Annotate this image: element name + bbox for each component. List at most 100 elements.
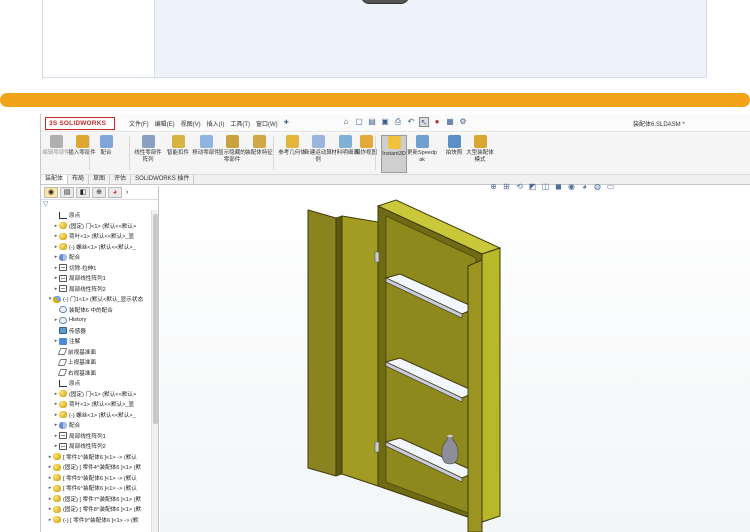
tree-row[interactable]: ▸ 配合 xyxy=(41,420,151,431)
pin-icon[interactable]: ✚ xyxy=(284,119,289,128)
select-icon[interactable]: ↖ xyxy=(419,117,429,127)
menu-insert[interactable]: 插入(I) xyxy=(207,119,225,128)
graphics-area[interactable]: ⊕ ⊞ ⟲ ◩ ◫ ◼ ◉ ◕ ◍ ▭ xyxy=(160,182,750,532)
tree-row[interactable]: ▸ (-) 螺丝<1> (默认<<默认>_ xyxy=(41,410,151,421)
tree-row[interactable]: ▸ 切除-拉伸1 xyxy=(41,263,151,274)
origin-icon xyxy=(59,211,67,219)
ribbon-button-12[interactable]: Instant3D xyxy=(381,135,407,173)
feat-icon xyxy=(59,285,67,293)
ribbon-button-13[interactable]: 更新Speedpak xyxy=(407,135,437,163)
hinge-lower xyxy=(374,441,380,453)
ribbon-button-4[interactable]: 智能扣件 xyxy=(165,135,191,157)
feat-icon xyxy=(59,264,67,272)
undo-icon[interactable]: ↶ xyxy=(406,117,416,127)
menu-tools[interactable]: 工具(T) xyxy=(230,119,250,128)
menu-view[interactable]: 视图(V) xyxy=(181,119,201,128)
tree-row[interactable]: ▸ 荷叶<1> (默认<<默认>_显 xyxy=(41,231,151,242)
tree-row[interactable]: 装配体6 中的配合 xyxy=(41,305,151,316)
tree-row[interactable]: ▸[ 零件1^装配体6 ]<1> -> (默认 xyxy=(41,452,151,463)
ribbon-button-label: 爆炸视图 xyxy=(354,150,377,156)
tree-row[interactable]: 传感器 xyxy=(41,326,151,337)
panel-next-arrow[interactable]: › xyxy=(126,189,128,196)
tree-row-label: (固定) [ 零件4^装配体6 ]<1> (默 xyxy=(63,465,142,472)
tree-row[interactable]: ▸ (-) [ 零件9^装配体6 ]<1> -> (默 xyxy=(41,515,151,526)
tree-row[interactable]: 前视基准面 xyxy=(41,347,151,358)
tree-row[interactable]: ▾ (-) 门1<1> (默认<默认_显示状态 xyxy=(41,294,151,305)
config-manager-tab-icon[interactable]: ◧ xyxy=(76,187,90,198)
tree-row[interactable]: ▸ 局部线性阵列2 xyxy=(41,284,151,295)
scroll-thumb[interactable] xyxy=(153,214,158,424)
ribbon-button-7[interactable]: 装配体特征 xyxy=(245,135,273,157)
ribbon-button-label: 装配体特征 xyxy=(245,150,273,156)
solidworks-logo: 3S SOLIDWORKS xyxy=(45,117,115,130)
tree-row[interactable]: 原点 xyxy=(41,210,151,221)
tree-row[interactable]: ▸ (固定) 门<1> (默认<<默认> xyxy=(41,221,151,232)
tree-row[interactable]: ▸ (固定) 门<1> (默认<<默认> xyxy=(41,389,151,400)
part-icon xyxy=(53,495,61,503)
tab-assembly[interactable]: 装配体 xyxy=(41,175,69,184)
tree-row-label: 荷叶<1> (默认<<默认>_显 xyxy=(69,234,135,241)
tree-row-label: 传感器 xyxy=(69,328,86,335)
ribbon-button-3[interactable]: 线性零部件阵列 xyxy=(134,135,162,163)
plane-icon xyxy=(57,348,68,356)
ribbon-button-15[interactable]: 大型装配体模式 xyxy=(466,135,494,163)
tree-row[interactable]: ▸ 局部线性阵列1 xyxy=(41,273,151,284)
tree-row-label: 局部线性阵列2 xyxy=(69,286,106,293)
edit-component-icon xyxy=(49,135,63,148)
tree-row[interactable]: 原点 xyxy=(41,378,151,389)
ribbon-button-9[interactable]: 新建运动算例 xyxy=(304,135,332,163)
file-props-icon[interactable]: ▦ xyxy=(445,117,455,127)
filter-icon[interactable]: ▽ xyxy=(41,200,158,209)
orange-divider-bar xyxy=(0,93,750,107)
tree-row-label: 前视基准面 xyxy=(68,349,96,356)
tree-row[interactable]: ▸ (-) 螺丝<1> (默认<<默认>_ xyxy=(41,242,151,253)
tree-row[interactable]: ▸[ 零件5^装配体6 ]<1> -> (默认 xyxy=(41,473,151,484)
tab-sketch[interactable]: 草图 xyxy=(89,175,111,184)
tab-layout[interactable]: 布局 xyxy=(68,175,90,184)
print-icon[interactable]: ⎙ xyxy=(393,117,403,127)
new-icon[interactable]: ▢ xyxy=(354,117,364,127)
ribbon-button-2[interactable]: 配合 xyxy=(93,135,119,157)
menu-window[interactable]: 窗口(W) xyxy=(256,119,278,128)
feat-icon xyxy=(59,442,67,450)
tree-row[interactable]: ▸ 配合 xyxy=(41,252,151,263)
dim-xpert-tab-icon[interactable]: ⊕ xyxy=(92,187,106,198)
save-icon[interactable]: ▣ xyxy=(380,117,390,127)
tab-addins[interactable]: SOLIDWORKS 插件 xyxy=(131,175,195,184)
property-manager-tab-icon[interactable]: ▤ xyxy=(60,187,74,198)
ribbon-button-8[interactable]: 参考几何体 xyxy=(278,135,306,157)
tree-row[interactable]: ▸ 局部线性阵列1 xyxy=(41,431,151,442)
tree-scrollbar[interactable] xyxy=(151,210,158,532)
traffic-light-icon[interactable]: ● xyxy=(432,117,442,127)
door-right-face xyxy=(467,259,483,532)
home-icon[interactable]: ⌂ xyxy=(341,117,351,127)
reference-geometry-icon xyxy=(285,135,299,148)
cabinet-model[interactable] xyxy=(160,186,750,532)
tree-row[interactable]: 上视基准面 xyxy=(41,357,151,368)
tree-row[interactable]: ▸ (固定) [ 零件4^装配体6 ]<1> (默 xyxy=(41,462,151,473)
tree-row[interactable]: ▸ History xyxy=(41,315,151,326)
tree-row[interactable]: ▸ (固定) [ 零件8^装配体6 ]<1> (默 xyxy=(41,504,151,515)
menu-edit[interactable]: 编辑(E) xyxy=(155,119,175,128)
tree-row[interactable]: ▸ (固定) [ 零件7^装配体6 ]<1> (默 xyxy=(41,494,151,505)
options-icon[interactable]: ⚙ xyxy=(458,117,468,127)
ribbon-button-14[interactable]: 拍快照 xyxy=(441,135,467,157)
show-hidden-icon xyxy=(225,135,239,148)
feature-tree-tab-icon[interactable]: ◉ xyxy=(44,187,58,198)
tree-row[interactable]: ▸ 注解 xyxy=(41,336,151,347)
tree-row[interactable]: ▸ 荷叶<1> (默认<<默认>_显 xyxy=(41,399,151,410)
tree-row[interactable]: 右视基准面 xyxy=(41,368,151,379)
ribbon-button-0[interactable]: 编辑零部件 xyxy=(42,135,70,157)
tab-evaluate[interactable]: 评估 xyxy=(110,175,132,184)
tree-row-label: 切除-拉伸1 xyxy=(69,265,97,272)
display-manager-tab-icon[interactable]: ◕ xyxy=(108,187,122,198)
ribbon-button-label: 更新Speedpak xyxy=(407,150,437,163)
menu-bar: 文件(F) 编辑(E) 视图(V) 插入(I) 工具(T) 窗口(W) ✚ xyxy=(129,119,289,128)
tree-row[interactable]: ▸ 局部线性阵列2 xyxy=(41,441,151,452)
ribbon-button-5[interactable]: 移动零部件 xyxy=(192,135,220,157)
open-icon[interactable]: ▤ xyxy=(367,117,377,127)
ribbon-button-label: 配合 xyxy=(100,150,112,156)
tree-row[interactable]: ▸[ 零件6^装配体6 ]<1> -> (默认 xyxy=(41,483,151,494)
ribbon-button-6[interactable]: 显示隐藏的零部件 xyxy=(218,135,246,163)
menu-file[interactable]: 文件(F) xyxy=(129,119,149,128)
